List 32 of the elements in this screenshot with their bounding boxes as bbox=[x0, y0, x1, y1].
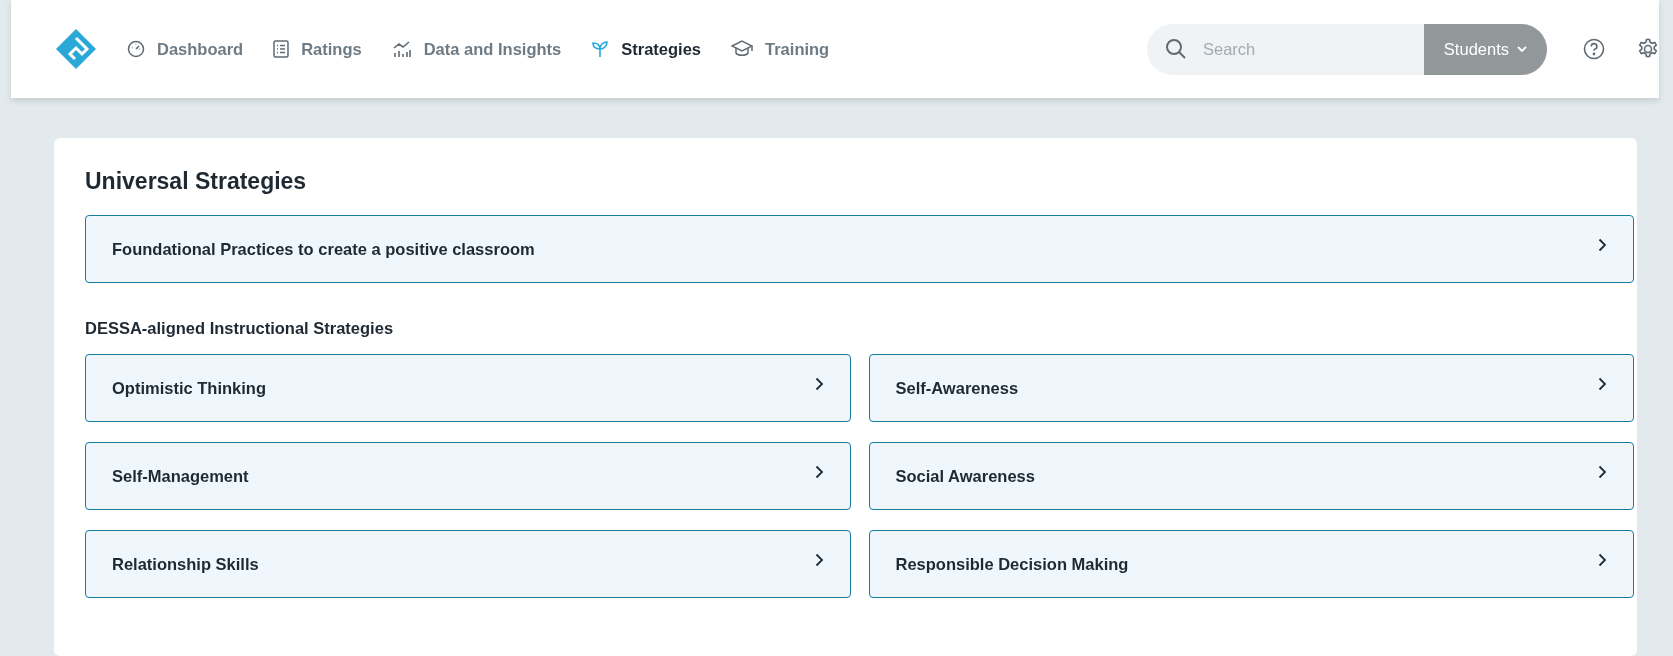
help-icon[interactable] bbox=[1583, 38, 1605, 60]
chevron-right-icon bbox=[814, 465, 824, 479]
nav-tab[interactable]: Data and Insights bbox=[391, 39, 562, 59]
strategy-link[interactable]: Social Awareness bbox=[868, 442, 1634, 510]
strategy-link[interactable]: Self-Awareness bbox=[868, 354, 1634, 422]
checklist-icon bbox=[273, 40, 290, 58]
chevron-right-icon bbox=[1598, 377, 1607, 391]
nav-tab[interactable]: Ratings bbox=[273, 39, 362, 59]
chevron-right-icon bbox=[1598, 553, 1607, 567]
strategy-link[interactable]: Self-Management bbox=[85, 442, 851, 510]
nav-tab[interactable]: Training bbox=[731, 39, 830, 59]
search-icon bbox=[1165, 38, 1187, 60]
chevron-right-icon bbox=[1598, 465, 1607, 479]
sprout-icon bbox=[591, 40, 610, 58]
strategy-link[interactable]: Optimistic Thinking bbox=[85, 354, 851, 422]
strategy-link[interactable]: Foundational Practices to create a positive classroom bbox=[85, 215, 1634, 283]
chevron-right-icon bbox=[814, 553, 824, 567]
chevron-right-icon bbox=[814, 377, 824, 391]
section-title: Universal Strategies bbox=[85, 168, 308, 195]
chevron-right-icon bbox=[1598, 238, 1607, 252]
strategy-link[interactable]: Responsible Decision Making bbox=[868, 530, 1634, 598]
strategy-link[interactable]: Relationship Skills bbox=[85, 530, 851, 598]
nav-tab[interactable]: Strategies bbox=[591, 39, 702, 59]
section-subtitle: DESSA-aligned Instructional Strategies bbox=[85, 319, 395, 338]
search-field[interactable]: Search bbox=[1201, 38, 1405, 60]
chevron-down-icon bbox=[1517, 45, 1527, 53]
bar-chart-icon bbox=[391, 40, 412, 58]
nav-tab[interactable]: Dashboard bbox=[127, 39, 244, 59]
gauge-icon bbox=[127, 40, 145, 58]
settings-icon[interactable] bbox=[1637, 38, 1659, 60]
logo-icon[interactable] bbox=[55, 28, 97, 70]
graduation-cap-icon bbox=[731, 40, 754, 58]
